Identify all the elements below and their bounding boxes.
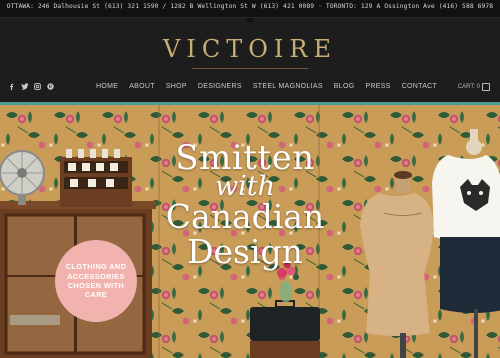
page: OTTAWA: 246 Dalhousie St (613) 321 1590 …: [0, 0, 500, 358]
cart-link[interactable]: CART: 0: [458, 83, 490, 91]
hero-headline: Smitten with Canadian Design: [150, 141, 340, 268]
nav-item-shop[interactable]: SHOP: [166, 83, 187, 90]
tagline-badge: CLOTHING AND ACCESSORIES CHOSEN WITH CAR…: [55, 240, 137, 322]
nav-item-press[interactable]: PRESS: [365, 83, 390, 90]
headline-line-4: Design: [187, 232, 303, 271]
main-nav: HOME ABOUT SHOP DESIGNERS STEEL MAGNOLIA…: [96, 83, 448, 90]
headline-line-3: Canadian: [165, 197, 325, 236]
site-logo[interactable]: VICTOIRE: [0, 35, 500, 63]
location-bar: OTTAWA: 246 Dalhousie St (613) 321 1590 …: [0, 0, 500, 18]
headline-line-1: Smitten: [175, 138, 315, 178]
logo-divider: [192, 68, 308, 69]
header-notch: [245, 18, 255, 23]
nav-item-contact[interactable]: CONTACT: [402, 83, 437, 90]
shopping-bag-icon: [482, 83, 490, 91]
facebook-icon[interactable]: [8, 83, 15, 90]
nav-item-steel-magnolias[interactable]: STEEL MAGNOLIAS: [253, 83, 323, 90]
nav-item-designers[interactable]: DESIGNERS: [198, 83, 242, 90]
nav-item-about[interactable]: ABOUT: [129, 83, 155, 90]
instagram-icon[interactable]: [34, 83, 41, 90]
cart-label: CART: 0: [457, 84, 480, 90]
hero-banner: Smitten with Canadian Design CLOTHING AN…: [0, 105, 500, 358]
nav-item-home[interactable]: HOME: [96, 83, 118, 90]
nav-item-blog[interactable]: BLOG: [334, 83, 355, 90]
twitter-icon[interactable]: [21, 83, 29, 90]
pinterest-icon[interactable]: [47, 83, 54, 90]
store-locations: OTTAWA: 246 Dalhousie St (613) 321 1590 …: [6, 3, 494, 10]
social-links: [8, 83, 54, 90]
